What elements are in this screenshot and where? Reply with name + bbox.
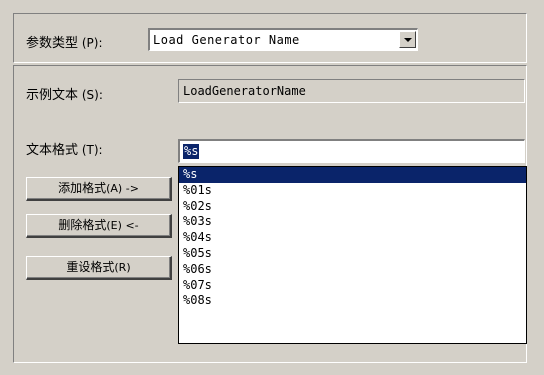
param-type-label-text: 参数类型 bbox=[26, 36, 79, 51]
format-list-item[interactable]: %07s bbox=[179, 278, 526, 294]
text-format-value: %s bbox=[183, 144, 200, 159]
remove-format-mnemonic: (E) bbox=[106, 219, 122, 232]
reset-format-label: 重设格式 bbox=[66, 260, 115, 274]
format-list-item[interactable]: %01s bbox=[179, 183, 526, 199]
text-format-mnemonic: (T) bbox=[81, 143, 99, 157]
reset-format-mnemonic: (R) bbox=[114, 261, 131, 274]
sample-text-mnemonic: (S) bbox=[81, 88, 99, 102]
param-type-label: 参数类型 (P): bbox=[26, 36, 103, 51]
add-format-button[interactable]: 添加格式(A) -> bbox=[26, 177, 172, 201]
format-list-item[interactable]: %03s bbox=[179, 214, 526, 230]
remove-format-label: 删除格式 bbox=[58, 218, 107, 232]
param-type-mnemonic: (P) bbox=[81, 36, 99, 50]
sample-text-field: LoadGeneratorName bbox=[178, 79, 525, 103]
add-format-arrow: -> bbox=[125, 182, 139, 195]
remove-format-arrow: <- bbox=[125, 219, 139, 232]
format-list-item[interactable]: %04s bbox=[179, 230, 526, 246]
format-list-item[interactable]: %02s bbox=[179, 199, 526, 215]
add-format-label: 添加格式 bbox=[58, 181, 107, 195]
format-list-item[interactable]: %08s bbox=[179, 293, 526, 309]
remove-format-button[interactable]: 删除格式(E) <- bbox=[26, 214, 172, 238]
format-list-item[interactable]: %s bbox=[179, 167, 526, 183]
sample-text-label-text: 示例文本 bbox=[26, 88, 79, 103]
param-type-value: Load Generator Name bbox=[153, 33, 300, 47]
sample-text-value: LoadGeneratorName bbox=[183, 84, 306, 98]
format-list-item[interactable]: %06s bbox=[179, 262, 526, 278]
text-format-label-text: 文本格式 bbox=[26, 143, 79, 158]
combo-dropdown-button[interactable] bbox=[399, 31, 416, 48]
sample-text-label: 示例文本 (S): bbox=[26, 88, 103, 103]
reset-format-button[interactable]: 重设格式(R) bbox=[26, 256, 172, 280]
format-list[interactable]: %s %01s %02s %03s %04s %05s %06s %07s %08s bbox=[178, 166, 527, 344]
format-list-item[interactable]: %05s bbox=[179, 246, 526, 262]
text-format-input[interactable]: %s bbox=[178, 139, 525, 163]
param-type-combo[interactable]: Load Generator Name bbox=[148, 28, 418, 51]
add-format-mnemonic: (A) bbox=[106, 182, 123, 195]
text-format-label: 文本格式 (T): bbox=[26, 143, 103, 158]
